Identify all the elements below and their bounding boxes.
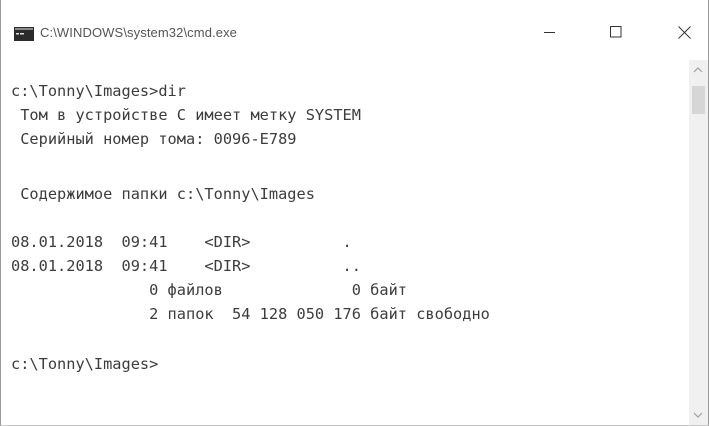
title-bar[interactable]: C:\WINDOWS\system32\cmd.exe <box>1 0 708 60</box>
window-title: C:\WINDOWS\system32\cmd.exe <box>40 25 238 40</box>
scroll-up-icon[interactable] <box>693 66 703 74</box>
close-button[interactable] <box>661 10 707 54</box>
console-line: c:\Tonny\Images>dir <box>11 82 186 100</box>
console-line: 0 файлов 0 байт <box>11 281 408 299</box>
console-line: Содержимое папки c:\Tonny\Images <box>11 185 315 203</box>
console-line: Серийный номер тома: 0096-E789 <box>11 130 297 148</box>
console-output[interactable]: c:\Tonny\Images>dir Том в устройстве C и… <box>1 60 689 425</box>
maximize-icon <box>610 26 622 38</box>
minimize-icon <box>544 32 555 33</box>
cmd-icon <box>14 27 34 41</box>
scroll-down-icon[interactable] <box>693 411 703 419</box>
console-window: C:\WINDOWS\system32\cmd.exe c:\Tonny\Ima… <box>0 0 709 426</box>
console-line: Том в устройстве C имеет метку SYSTEM <box>11 106 361 124</box>
scrollbar-thumb[interactable] <box>692 86 705 114</box>
console-line: c:\Tonny\Images> <box>11 355 159 373</box>
console-line: 08.01.2018 09:41 <DIR> . <box>11 233 352 251</box>
minimize-button[interactable] <box>527 10 573 54</box>
console-line: 08.01.2018 09:41 <DIR> .. <box>11 257 361 275</box>
console-line: 2 папок 54 128 050 176 байт свободно <box>11 305 490 323</box>
vertical-scrollbar[interactable] <box>689 60 708 425</box>
close-icon <box>677 25 691 39</box>
maximize-button[interactable] <box>593 10 639 54</box>
